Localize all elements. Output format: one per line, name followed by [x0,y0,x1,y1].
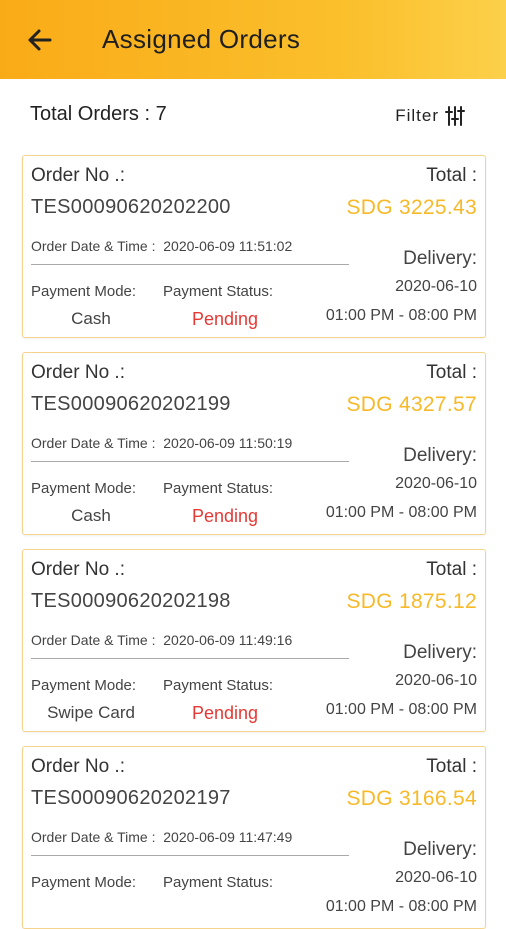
order-date-time: Order Date & Time : 2020-06-09 11:49:16 [31,632,292,648]
order-date-time: Order Date & Time : 2020-06-09 11:51:02 [31,238,292,254]
delivery-label: Delivery: [403,445,477,466]
arrow-left-icon [28,29,52,51]
order-date-value: 2020-06-09 11:49:16 [163,632,293,648]
order-number: TES00090620202199 [31,393,231,415]
delivery-label: Delivery: [403,248,477,269]
total-label: Total : [426,559,477,580]
app-bar: Assigned Orders [0,0,506,79]
order-date-label: Order Date & Time : [31,435,156,451]
order-date-value: 2020-06-09 11:47:49 [163,829,293,845]
order-amount: SDG 1875.12 [346,590,477,613]
order-no-label: Order No .: [31,165,125,186]
delivery-date: 2020-06-10 [395,475,477,492]
delivery-date: 2020-06-10 [395,869,477,886]
payment-mode-label: Payment Mode: [31,874,137,891]
order-date-value: 2020-06-09 11:50:19 [163,435,293,451]
total-label: Total : [426,362,477,383]
delivery-label: Delivery: [403,642,477,663]
divider [31,658,349,659]
payment-mode-value: Cash [71,506,111,525]
delivery-date: 2020-06-10 [395,672,477,689]
order-card[interactable]: Order No .: Total : TES00090620202198 SD… [22,549,486,732]
payment-status-label: Payment Status: [163,677,274,694]
order-number: TES00090620202198 [31,590,231,612]
delivery-slot: 01:00 PM - 08:00 PM [325,504,477,521]
orders-summary: Total Orders : 7 Filter [30,103,476,133]
payment-status-label: Payment Status: [163,283,274,300]
filter-button[interactable]: Filter [395,105,466,127]
page-title: Assigned Orders [102,24,301,54]
order-amount: SDG 4327.57 [346,393,477,416]
delivery-slot: 01:00 PM - 08:00 PM [325,898,477,915]
delivery-slot: 01:00 PM - 08:00 PM [325,307,477,324]
payment-mode-label: Payment Mode: [31,677,137,694]
order-card[interactable]: Order No .: Total : TES00090620202197 SD… [22,746,486,929]
total-label: Total : [426,165,477,186]
payment-status-value: Pending [191,703,259,723]
divider [31,461,349,462]
order-amount: SDG 3225.43 [346,196,477,219]
order-no-label: Order No .: [31,559,125,580]
payment-mode-value: Swipe Card [47,703,135,722]
delivery-date: 2020-06-10 [395,278,477,295]
order-date-time: Order Date & Time : 2020-06-09 11:50:19 [31,435,292,451]
order-date-label: Order Date & Time : [31,632,156,648]
delivery-label: Delivery: [403,839,477,860]
payment-status-label: Payment Status: [163,874,274,891]
payment-mode-label: Payment Mode: [31,480,137,497]
order-card[interactable]: Order No .: Total : TES00090620202200 SD… [22,155,486,338]
payment-status-value: Pending [191,309,259,329]
total-label: Total : [426,756,477,777]
order-no-label: Order No .: [31,362,125,383]
order-no-label: Order No .: [31,756,125,777]
payment-status-label: Payment Status: [163,480,274,497]
payment-mode-value: Cash [71,309,111,328]
sliders-icon [445,106,465,126]
filter-label: Filter [395,106,439,125]
payment-status-value: Pending [191,506,259,526]
order-number: TES00090620202197 [31,787,231,809]
delivery-slot: 01:00 PM - 08:00 PM [325,701,477,718]
order-card[interactable]: Order No .: Total : TES00090620202199 SD… [22,352,486,535]
payment-mode-label: Payment Mode: [31,283,137,300]
order-amount: SDG 3166.54 [346,787,477,810]
divider [31,855,349,856]
order-number: TES00090620202200 [31,196,231,218]
order-date-label: Order Date & Time : [31,238,156,254]
order-date-label: Order Date & Time : [31,829,156,845]
divider [31,264,349,265]
order-date-value: 2020-06-09 11:51:02 [163,238,293,254]
total-orders-count: Total Orders : 7 [30,103,167,125]
order-date-time: Order Date & Time : 2020-06-09 11:47:49 [31,829,292,845]
back-button[interactable] [22,22,58,58]
